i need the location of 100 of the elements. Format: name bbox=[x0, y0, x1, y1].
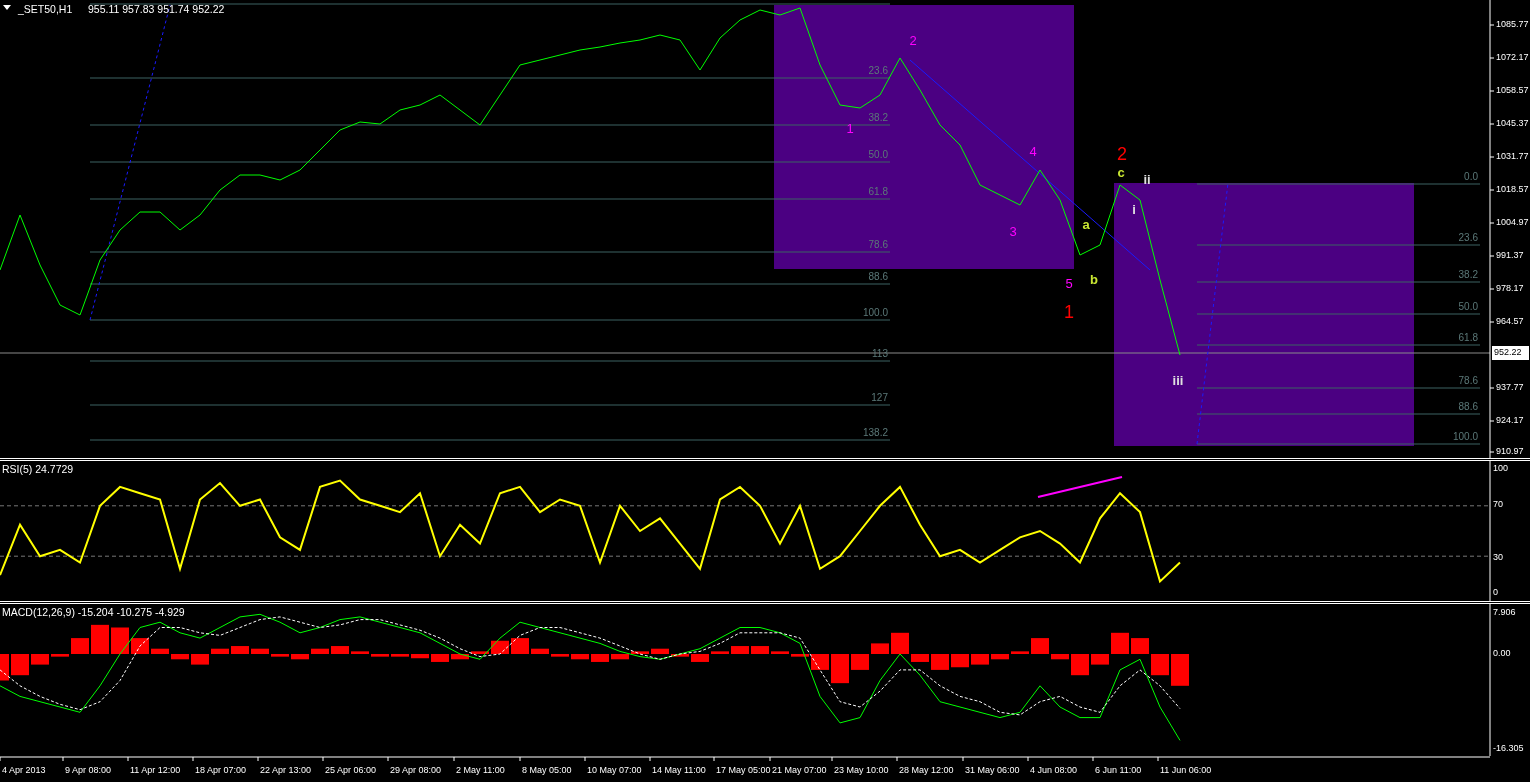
fib-level-label: 138.2 bbox=[862, 427, 888, 438]
histogram-bar bbox=[951, 654, 969, 668]
fib-level-label: 78.6 bbox=[868, 239, 888, 250]
price-axis-label: 1031.77 bbox=[1496, 151, 1529, 162]
histogram-bar bbox=[211, 648, 229, 654]
fib-level-label: 38.2 bbox=[1458, 269, 1478, 280]
time-axis-label: 11 Apr 12:00 bbox=[130, 765, 181, 776]
time-axis-label: 25 Apr 06:00 bbox=[325, 765, 377, 776]
time-axis-label: 22 Apr 13:00 bbox=[260, 765, 312, 776]
wave-label: 1 bbox=[1064, 301, 1074, 322]
indicator-label: MACD(12,26,9) -15.204 -10.275 -4.929 bbox=[2, 605, 185, 618]
histogram-bar bbox=[791, 654, 809, 657]
fib-level-label: 88.6 bbox=[1458, 401, 1478, 412]
histogram-bar bbox=[1031, 638, 1049, 654]
wave-label: 3 bbox=[1009, 224, 1017, 240]
chart-title: _SET50,H1 bbox=[18, 2, 73, 15]
histogram-bar bbox=[531, 648, 549, 654]
wave-label: iii bbox=[1172, 373, 1184, 389]
histogram-bar bbox=[131, 638, 149, 654]
histogram-bar bbox=[411, 654, 429, 659]
wave-label: 2 bbox=[909, 33, 917, 49]
histogram-bar bbox=[491, 640, 509, 654]
price-axis-label: 1085.77 bbox=[1496, 19, 1529, 30]
histogram-bar bbox=[31, 654, 49, 665]
wave-label: b bbox=[1090, 272, 1098, 288]
price-axis-label: 1072.17 bbox=[1496, 52, 1529, 63]
histogram-bar bbox=[831, 654, 849, 684]
histogram-bar bbox=[911, 654, 929, 662]
wave-label: c bbox=[1117, 165, 1125, 181]
price-axis-label: 964.57 bbox=[1496, 316, 1524, 327]
time-axis-label: 4 Jun 08:00 bbox=[1030, 765, 1078, 776]
time-axis-label: 11 Jun 06:00 bbox=[1160, 765, 1212, 776]
time-axis-label: 17 May 05:00 bbox=[716, 765, 771, 776]
histogram-bar bbox=[311, 648, 329, 654]
histogram-bar bbox=[371, 654, 389, 657]
fib-level-label: 61.8 bbox=[1458, 332, 1478, 343]
histogram-bar bbox=[731, 646, 749, 654]
wave-label: 5 bbox=[1065, 276, 1073, 292]
histogram-bar bbox=[1011, 651, 1029, 654]
current-price-label: 952.22 bbox=[1492, 346, 1529, 360]
time-axis-label: 28 May 12:00 bbox=[899, 765, 954, 776]
time-axis-label: 14 May 11:00 bbox=[652, 765, 706, 776]
histogram-bar bbox=[991, 654, 1009, 660]
histogram-bar bbox=[1091, 654, 1109, 665]
histogram-bar bbox=[271, 654, 289, 657]
ohlc-values: 955.11 957.83 951.74 952.22 bbox=[88, 2, 225, 15]
histogram-bar bbox=[1051, 654, 1069, 660]
histogram-bar bbox=[851, 654, 869, 670]
histogram-bar bbox=[631, 651, 649, 654]
histogram-bar bbox=[591, 654, 609, 662]
histogram-bar bbox=[251, 648, 269, 654]
histogram-bar bbox=[691, 654, 709, 662]
price-axis-label: 1045.37 bbox=[1496, 118, 1529, 129]
histogram-bar bbox=[891, 632, 909, 654]
time-axis-label: 6 Jun 11:00 bbox=[1095, 765, 1142, 776]
time-axis-label: 21 May 07:00 bbox=[772, 765, 827, 776]
histogram-bar bbox=[671, 654, 689, 657]
histogram-bar bbox=[1131, 638, 1149, 654]
fib-level-label: 127 bbox=[871, 392, 888, 403]
histogram-bar bbox=[351, 651, 369, 654]
fib-level-label: 61.8 bbox=[868, 186, 888, 197]
indicator-axis-label: 7.906 bbox=[1493, 607, 1516, 618]
histogram-bar bbox=[431, 654, 449, 662]
histogram-bar bbox=[611, 654, 629, 660]
histogram-bar bbox=[391, 654, 409, 657]
indicator-axis-label: -16.305 bbox=[1493, 743, 1524, 754]
histogram-bar bbox=[971, 654, 989, 665]
histogram-bar bbox=[571, 654, 589, 660]
fib-level-label: 88.6 bbox=[868, 271, 888, 282]
histogram-bar bbox=[551, 654, 569, 657]
histogram-bar bbox=[1071, 654, 1089, 676]
indicator-axis-label: 30 bbox=[1493, 552, 1503, 563]
histogram-bar bbox=[751, 646, 769, 654]
time-axis-label: 2 May 11:00 bbox=[456, 765, 505, 776]
price-axis-label: 1018.57 bbox=[1496, 184, 1529, 195]
histogram-bar bbox=[71, 638, 89, 654]
histogram-bar bbox=[331, 646, 349, 654]
collapse-triangle-icon[interactable] bbox=[3, 5, 11, 10]
wave-label: 2 bbox=[1117, 143, 1127, 164]
histogram-bar bbox=[511, 638, 529, 654]
time-axis-label: 18 Apr 07:00 bbox=[195, 765, 247, 776]
indicator-axis-label: 0 bbox=[1493, 587, 1498, 598]
histogram-bar bbox=[1111, 632, 1129, 654]
wave-label: 4 bbox=[1029, 144, 1037, 160]
price-axis-label: 937.77 bbox=[1496, 382, 1524, 393]
price-axis-label: 978.17 bbox=[1496, 283, 1524, 294]
fib-level-label: 38.2 bbox=[868, 112, 888, 123]
histogram-bar bbox=[471, 651, 489, 654]
histogram-bar bbox=[11, 654, 29, 676]
time-axis-label: 10 May 07:00 bbox=[587, 765, 642, 776]
histogram-bar bbox=[191, 654, 209, 665]
histogram-bar bbox=[91, 624, 109, 654]
time-axis-label: 8 May 05:00 bbox=[522, 765, 572, 776]
wave-label: i bbox=[1132, 202, 1136, 218]
histogram-bar bbox=[171, 654, 189, 660]
histogram-bar bbox=[451, 654, 469, 660]
price-axis-label: 991.37 bbox=[1496, 250, 1524, 261]
price-axis-label: 1058.57 bbox=[1496, 85, 1529, 96]
fib-level-label: 100.0 bbox=[862, 307, 888, 318]
price-axis-label: 1004.97 bbox=[1496, 217, 1529, 228]
